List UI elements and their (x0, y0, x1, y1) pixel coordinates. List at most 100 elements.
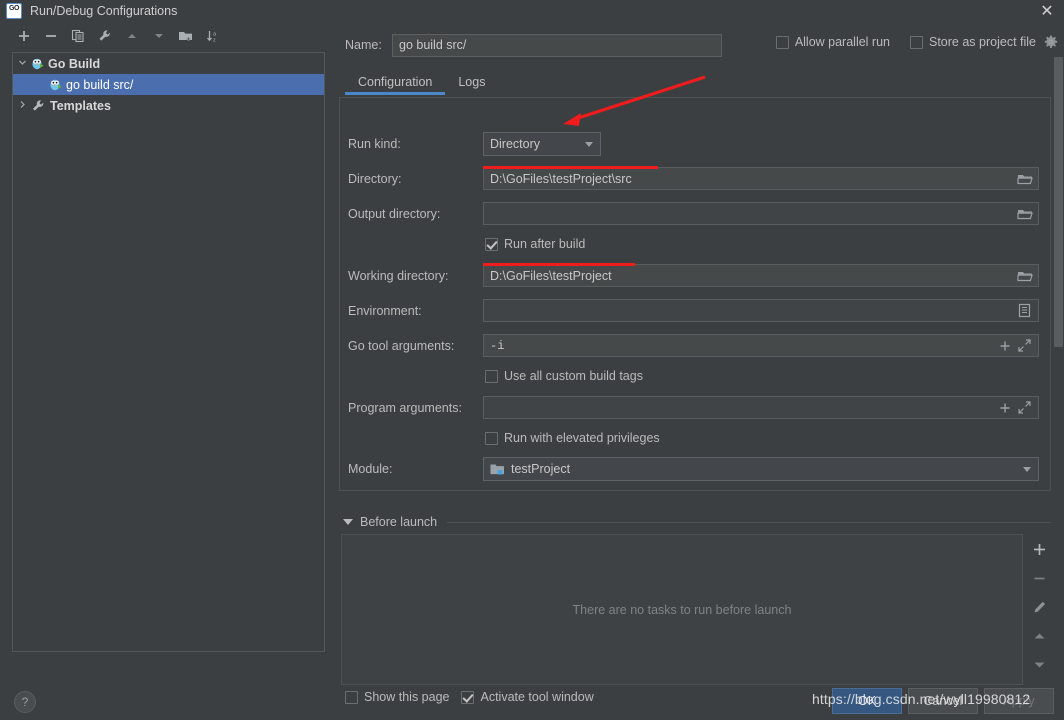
run-with-elevated-privileges-checkbox[interactable]: Run with elevated privileges (485, 431, 660, 445)
store-as-project-file-label: Store as project file (929, 35, 1036, 49)
collapse-triangle-icon[interactable] (343, 519, 353, 525)
chevron-down-icon (585, 142, 593, 147)
expand-editor-icon[interactable] (1017, 338, 1033, 354)
tree-item-label: go build src/ (66, 78, 133, 92)
module-folder-icon (490, 463, 505, 476)
run-with-elevated-privileges-label: Run with elevated privileges (504, 431, 660, 445)
insert-macro-icon[interactable] (998, 401, 1012, 415)
store-as-project-file-checkbox[interactable]: Store as project file (910, 35, 1036, 49)
wrench-icon (31, 99, 46, 113)
configurations-tree[interactable]: Go Build go build src/ (12, 52, 325, 652)
output-directory-label: Output directory: (348, 207, 440, 221)
use-all-custom-build-tags-checkbox[interactable]: Use all custom build tags (485, 369, 643, 383)
remove-task-button[interactable] (1029, 569, 1049, 587)
working-directory-value: D:\GoFiles\testProject (490, 269, 612, 283)
checkbox-box (485, 238, 498, 251)
configuration-form: Run kind: Directory Directory: D:\GoFile… (339, 97, 1051, 491)
go-logo-icon (6, 3, 22, 19)
remove-configuration-button[interactable] (39, 25, 63, 47)
name-label: Name: (337, 38, 392, 52)
go-run-icon (49, 78, 63, 92)
go-tool-arguments-value: -i (490, 339, 504, 353)
program-arguments-label: Program arguments: (348, 401, 462, 415)
name-input[interactable] (392, 34, 722, 57)
vertical-scrollbar[interactable] (1053, 57, 1064, 700)
bottom-options: Show this page Activate tool window (345, 690, 594, 704)
directory-field[interactable]: D:\GoFiles\testProject\src (483, 167, 1039, 190)
folder-add-icon[interactable] (174, 25, 198, 47)
window-title: Run/Debug Configurations (30, 4, 177, 18)
chevron-down-icon (1023, 467, 1031, 472)
working-directory-field[interactable]: D:\GoFiles\testProject (483, 264, 1039, 287)
tree-item-templates[interactable]: Templates (13, 95, 324, 116)
use-all-custom-build-tags-label: Use all custom build tags (504, 369, 643, 383)
edit-templates-button[interactable] (93, 25, 117, 47)
separator-line (447, 522, 1051, 523)
activate-tool-window-label: Activate tool window (480, 690, 593, 704)
configurations-panel: a z Go (0, 21, 337, 681)
apply-button[interactable]: Apply (984, 688, 1054, 714)
add-configuration-button[interactable] (12, 25, 36, 47)
checkbox-box (910, 36, 923, 49)
before-launch-title: Before launch (360, 515, 437, 529)
tab-logs[interactable]: Logs (445, 75, 498, 95)
run-debug-configurations-dialog: Run/Debug Configurations ✕ (0, 0, 1064, 720)
go-run-icon (31, 57, 45, 71)
gear-icon[interactable] (1044, 35, 1058, 49)
checkbox-box (485, 370, 498, 383)
checkbox-box (345, 691, 358, 704)
show-this-page-checkbox[interactable]: Show this page (345, 690, 449, 704)
allow-parallel-run-label: Allow parallel run (795, 35, 890, 49)
close-icon[interactable]: ✕ (1034, 0, 1060, 21)
run-kind-value: Directory (490, 137, 540, 151)
move-task-up-button[interactable] (1029, 627, 1049, 645)
output-directory-field[interactable] (483, 202, 1039, 225)
move-task-down-button[interactable] (1029, 656, 1049, 674)
browse-folder-icon[interactable] (1017, 268, 1033, 284)
browse-folder-icon[interactable] (1017, 171, 1033, 187)
environment-variables-icon[interactable] (1017, 303, 1033, 319)
add-task-button[interactable] (1029, 540, 1049, 558)
activate-tool-window-checkbox[interactable]: Activate tool window (461, 690, 593, 704)
chevron-right-icon[interactable] (13, 100, 31, 111)
allow-parallel-run-checkbox[interactable]: Allow parallel run (776, 35, 890, 49)
directory-value: D:\GoFiles\testProject\src (490, 172, 632, 186)
edit-task-button[interactable] (1029, 598, 1049, 616)
cancel-button[interactable]: Cancel (908, 688, 978, 714)
before-launch-toolbar (1025, 534, 1053, 685)
tree-item-label: Go Build (48, 57, 100, 71)
tree-item-label: Templates (50, 99, 111, 113)
copy-configuration-button[interactable] (66, 25, 90, 47)
checkbox-box (776, 36, 789, 49)
environment-field[interactable] (483, 299, 1039, 322)
tree-item-go-build[interactable]: Go Build (13, 53, 324, 74)
program-arguments-field[interactable] (483, 396, 1039, 419)
expand-editor-icon[interactable] (1017, 400, 1033, 416)
before-launch-header: Before launch (343, 513, 1051, 531)
chevron-down-icon[interactable] (13, 58, 31, 69)
move-up-button[interactable] (120, 25, 144, 47)
module-dropdown[interactable]: testProject (483, 457, 1039, 481)
browse-folder-icon[interactable] (1017, 206, 1033, 222)
module-value: testProject (511, 462, 570, 476)
tree-item-go-build-src[interactable]: go build src/ (13, 74, 324, 95)
module-label: Module: (348, 462, 392, 476)
sort-az-icon[interactable]: a z (201, 25, 225, 47)
before-launch-task-list[interactable]: There are no tasks to run before launch (341, 534, 1023, 685)
environment-label: Environment: (348, 304, 422, 318)
tab-configuration[interactable]: Configuration (345, 75, 445, 95)
before-launch-empty-message: There are no tasks to run before launch (573, 603, 792, 617)
top-options: Allow parallel run Store as project file (776, 35, 1058, 49)
move-down-button[interactable] (147, 25, 171, 47)
run-after-build-label: Run after build (504, 237, 585, 251)
help-button[interactable]: ? (14, 691, 36, 713)
run-kind-dropdown[interactable]: Directory (483, 132, 601, 156)
run-kind-label: Run kind: (348, 137, 401, 151)
run-after-build-checkbox[interactable]: Run after build (485, 237, 585, 251)
scrollbar-thumb[interactable] (1054, 57, 1063, 347)
insert-macro-icon[interactable] (998, 339, 1012, 353)
go-tool-arguments-field[interactable]: -i (483, 334, 1039, 357)
editor-tabs: Configuration Logs (345, 67, 498, 95)
ok-button[interactable]: OK (832, 688, 902, 714)
checkbox-box (461, 691, 474, 704)
